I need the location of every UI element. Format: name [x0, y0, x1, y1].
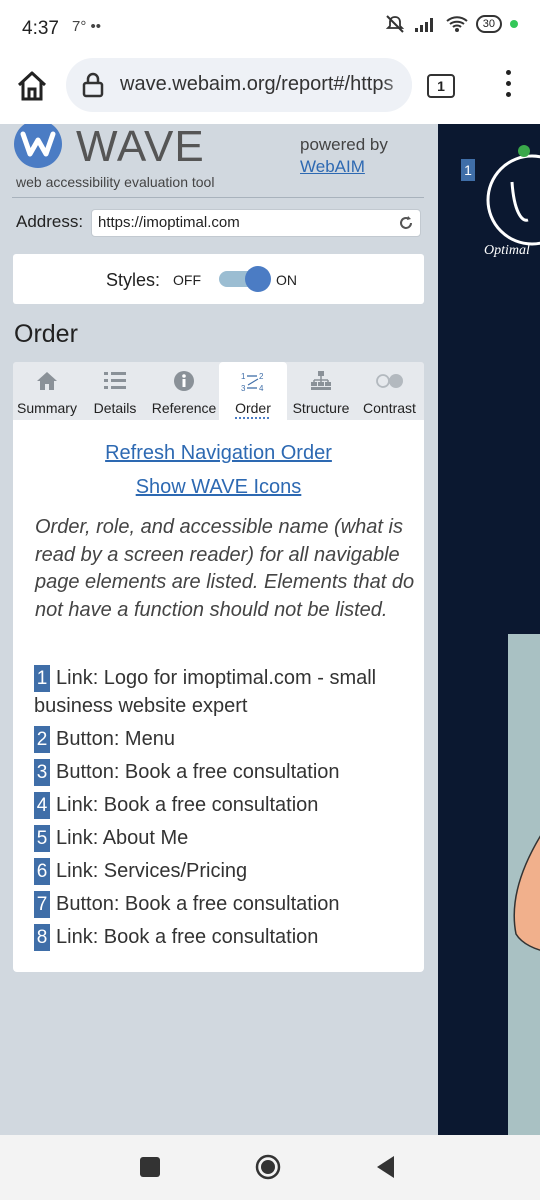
styles-off-label: OFF [173, 272, 201, 288]
wave-sidebar: WAVE web accessibility evaluation tool p… [0, 124, 438, 1135]
site-preview: 1 Optimal [438, 124, 540, 1135]
order-number-badge: 8 [34, 924, 50, 951]
wave-tab-bar: Summary Details Reference 1234 Order Str… [13, 362, 424, 420]
order-list: 1 Link: Logo for imoptimal.com - small bu… [34, 664, 414, 956]
styles-toggle[interactable] [219, 266, 271, 292]
browser-toolbar: wave.webaim.org/report#/https 1 [0, 48, 540, 125]
toggle-knob [245, 266, 271, 292]
structure-icon [311, 371, 331, 390]
wave-title: WAVE [76, 124, 205, 171]
refresh-navigation-order-link[interactable]: Refresh Navigation Order [13, 442, 424, 465]
status-time: 4:37 [22, 18, 59, 39]
list-icon [104, 372, 126, 389]
styles-toggle-card: Styles: OFF ON [13, 254, 424, 304]
order-item-text: Link: About Me [56, 827, 189, 849]
tab-summary[interactable]: Summary [13, 362, 81, 420]
illustration [513, 835, 540, 951]
url-text: wave.webaim.org/report#/https [120, 73, 394, 95]
styles-label: Styles: [106, 270, 161, 290]
site-logo[interactable]: Optimal [484, 142, 540, 262]
privacy-dot [510, 20, 518, 28]
header-divider [12, 197, 424, 198]
show-wave-icons-link[interactable]: Show WAVE Icons [13, 476, 424, 499]
order-item-text: Button: Book a free consultation [56, 893, 340, 915]
wave-subtitle: web accessibility evaluation tool [16, 174, 215, 190]
url-fade [382, 58, 412, 112]
mute-icon [385, 15, 404, 33]
svg-text:1: 1 [241, 372, 246, 381]
order-number-badge: 2 [34, 726, 50, 753]
order-number-badge: 3 [34, 759, 50, 786]
home-icon[interactable] [14, 68, 50, 104]
tab-contrast[interactable]: Contrast [355, 362, 424, 420]
order-item-text: Link: Services/Pricing [56, 860, 248, 882]
address-label: Address: [16, 212, 84, 231]
svg-text:4: 4 [259, 384, 264, 393]
order-number-badge: 4 [34, 792, 50, 819]
wifi-icon [446, 16, 468, 32]
panel-heading: Order [14, 320, 78, 348]
info-icon [174, 371, 194, 391]
status-bar: 4:37 7° •• 30 [0, 0, 540, 48]
order-item-text: Link: Book a free consultation [56, 926, 319, 948]
site-hero-image [508, 634, 540, 1135]
tab-details[interactable]: Details [81, 362, 149, 420]
signal-icon [414, 18, 433, 32]
order-number-badge: 6 [34, 858, 50, 885]
overflow-menu-icon[interactable] [498, 70, 518, 102]
address-bar[interactable]: wave.webaim.org/report#/https [66, 58, 412, 112]
list-item[interactable]: 7 Button: Book a free consultation [34, 890, 414, 918]
address-value: https://imoptimal.com [98, 214, 240, 231]
order-description: Order, role, and accessible name (what i… [35, 516, 415, 621]
list-item[interactable]: 1 Link: Logo for imoptimal.com - small bu… [34, 664, 414, 720]
back-icon[interactable] [374, 1154, 396, 1180]
list-item[interactable]: 4 Link: Book a free consultation [34, 791, 414, 819]
refresh-icon[interactable] [398, 215, 414, 231]
android-nav-bar [0, 1135, 540, 1200]
list-item[interactable]: 8 Link: Book a free consultation [34, 923, 414, 951]
recents-button[interactable] [140, 1157, 160, 1177]
list-item[interactable]: 2 Button: Menu [34, 725, 414, 753]
svg-text:2: 2 [259, 372, 264, 381]
home-nav-icon[interactable] [254, 1153, 282, 1181]
site-order-badge[interactable]: 1 [461, 159, 475, 181]
battery-indicator: 30 [475, 15, 502, 33]
list-item[interactable]: 6 Link: Services/Pricing [34, 857, 414, 885]
tab-switcher-button[interactable]: 1 [427, 74, 455, 98]
status-notifications: 7° •• [72, 18, 102, 35]
lock-icon [82, 72, 104, 98]
styles-on-label: ON [276, 272, 297, 288]
address-input[interactable]: https://imoptimal.com [91, 209, 421, 237]
order-panel: Refresh Navigation Order Show WAVE Icons… [13, 420, 424, 972]
svg-text:3: 3 [241, 384, 246, 393]
order-number-badge: 1 [34, 665, 50, 692]
order-item-text: Link: Logo for imoptimal.com - small bus… [34, 667, 377, 717]
list-item[interactable]: 3 Button: Book a free consultation [34, 758, 414, 786]
status-icons: 30 [384, 14, 518, 34]
wave-logo-icon [14, 124, 62, 168]
order-item-text: Button: Book a free consultation [56, 761, 340, 783]
order-icon: 1 2 3 4 [241, 372, 264, 393]
order-number-badge: 5 [34, 825, 50, 852]
list-item[interactable]: 5 Link: About Me [34, 824, 414, 852]
order-number-badge: 7 [34, 891, 50, 918]
tab-structure[interactable]: Structure [287, 362, 355, 420]
order-item-text: Link: Book a free consultation [56, 794, 319, 816]
tab-reference[interactable]: Reference [149, 362, 219, 420]
webaim-link[interactable]: WebAIM [300, 157, 365, 177]
order-item-text: Button: Menu [56, 728, 175, 750]
site-logo-text: Optimal [484, 243, 530, 258]
contrast-icon [375, 374, 403, 388]
tab-order[interactable]: 1234 Order [219, 362, 287, 420]
powered-by-text: powered by [300, 135, 388, 154]
home-icon [37, 372, 57, 390]
